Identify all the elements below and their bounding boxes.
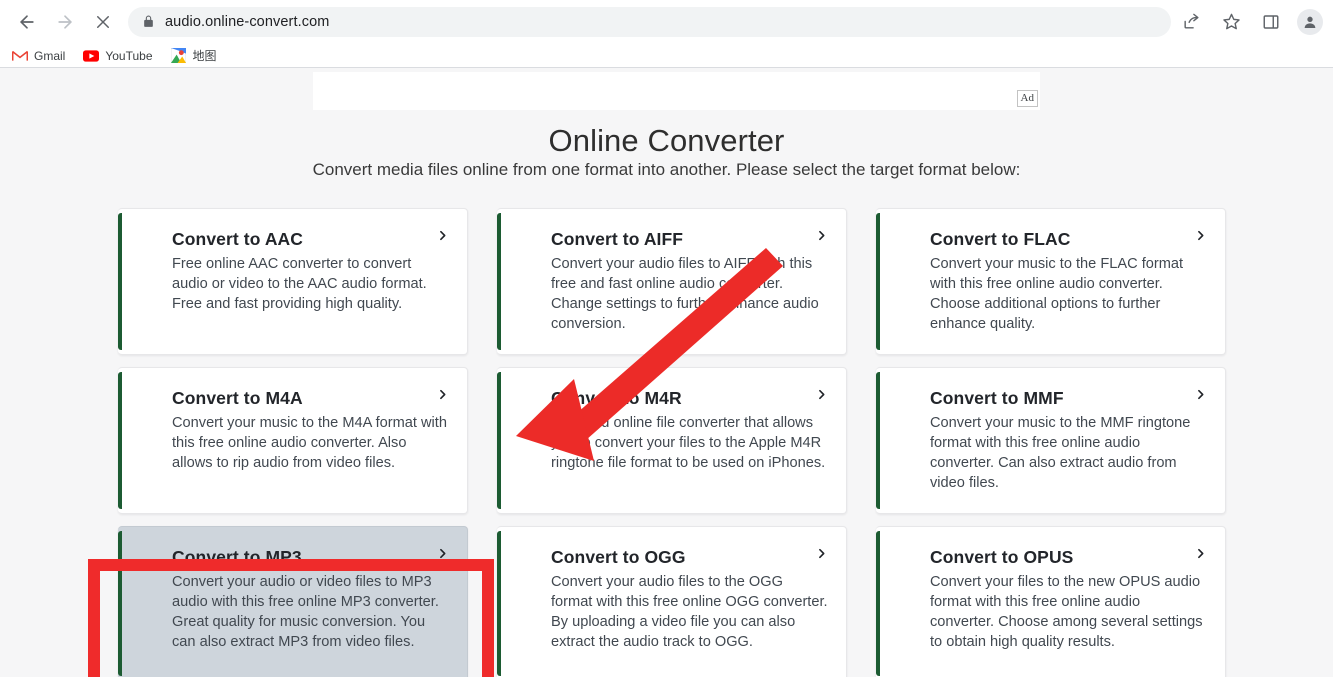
page-subtitle: Convert media files online from one form… [312, 160, 1021, 179]
card-description: Free online AAC converter to convert aud… [172, 256, 427, 312]
bookmark-maps[interactable]: 地图 [171, 47, 217, 64]
address-bar-url: audio.online-convert.com [165, 13, 330, 30]
chevron-right-icon [815, 229, 828, 242]
card-title: Convert to AIFF [551, 229, 684, 249]
converter-card-opus[interactable]: Convert to OPUS Convert your files to th… [876, 526, 1226, 677]
card-row: Convert to AAC Free online AAC converter… [118, 208, 1228, 367]
card-title: Convert to MP3 [172, 547, 302, 567]
card-row: Convert to MP3 Convert your audio or vid… [118, 526, 1228, 677]
share-icon[interactable] [1176, 7, 1206, 37]
converter-card-mp3[interactable]: Convert to MP3 Convert your audio or vid… [118, 526, 468, 677]
converter-card-grid: Convert to AAC Free online AAC converter… [118, 208, 1228, 677]
toolbar-actions [1171, 7, 1333, 37]
bookmark-youtube[interactable]: YouTube [83, 48, 153, 64]
card-description: Convert your music to the MMF ringtone f… [930, 415, 1191, 491]
converter-card-m4r[interactable]: Convert to M4R Free and online file conv… [497, 367, 847, 514]
card-title: Convert to MMF [930, 388, 1064, 408]
lock-icon [142, 15, 155, 28]
bookmark-label: YouTube [105, 48, 153, 63]
youtube-icon [83, 48, 100, 64]
card-description: Free and online file converter that allo… [551, 415, 826, 471]
card-title: Convert to AAC [172, 229, 304, 249]
bookmark-label: Gmail [34, 48, 66, 63]
card-title: Convert to M4R [551, 388, 682, 408]
side-panel-icon[interactable] [1256, 7, 1286, 37]
star-icon[interactable] [1216, 7, 1246, 37]
gmail-icon [12, 48, 28, 64]
browser-toolbar: audio.online-convert.com [0, 0, 1333, 43]
card-description: Convert your audio files to AIFF with th… [551, 256, 819, 332]
chevron-right-icon [815, 547, 828, 560]
converter-card-aac[interactable]: Convert to AAC Free online AAC converter… [118, 208, 468, 355]
converter-card-flac[interactable]: Convert to FLAC Convert your music to th… [876, 208, 1226, 355]
chevron-right-icon [1194, 229, 1207, 242]
forward-button[interactable] [50, 7, 80, 37]
back-button[interactable] [12, 7, 42, 37]
card-description: Convert your audio or video files to MP3… [172, 574, 439, 650]
card-title: Convert to M4A [172, 388, 303, 408]
chevron-right-icon [436, 388, 449, 401]
profile-avatar[interactable] [1297, 8, 1323, 35]
card-row: Convert to M4A Convert your music to the… [118, 367, 1228, 526]
bookmark-label: 地图 [192, 49, 217, 63]
card-title: Convert to OGG [551, 547, 686, 567]
converter-card-m4a[interactable]: Convert to M4A Convert your music to the… [118, 367, 468, 514]
page-content: Ad Online Converter Convert media files … [0, 68, 1333, 677]
card-title: Convert to OPUS [930, 547, 1074, 567]
chevron-right-icon [436, 547, 449, 560]
card-title: Convert to FLAC [930, 229, 1071, 249]
card-description: Convert your audio files to the OGG form… [551, 574, 828, 650]
bookmark-gmail[interactable]: Gmail [12, 48, 65, 64]
ad-banner[interactable]: Ad [313, 72, 1040, 110]
address-bar[interactable]: audio.online-convert.com [128, 6, 1171, 37]
chevron-right-icon [1194, 547, 1207, 560]
chevron-right-icon [1194, 388, 1207, 401]
card-description: Convert your music to the M4A format wit… [172, 415, 447, 471]
page-title: Online Converter [548, 123, 785, 158]
google-maps-icon [171, 48, 187, 64]
chevron-right-icon [815, 388, 828, 401]
card-description: Convert your files to the new OPUS audio… [930, 574, 1203, 650]
chevron-right-icon [436, 229, 449, 242]
bookmarks-bar: Gmail YouTube 地图 [0, 43, 1333, 68]
converter-card-aiff[interactable]: Convert to AIFF Convert your audio files… [497, 208, 847, 355]
close-icon [97, 15, 109, 28]
stop-loading-button[interactable] [88, 7, 118, 37]
card-description: Convert your music to the FLAC format wi… [930, 256, 1184, 332]
arrow-left-icon [20, 14, 34, 29]
arrow-right-icon [58, 14, 72, 29]
browser-chrome: audio.online-convert.com Gmail YouTube 地… [0, 0, 1333, 68]
converter-card-ogg[interactable]: Convert to OGG Convert your audio files … [497, 526, 847, 677]
person-icon [1304, 16, 1316, 28]
ad-label: Ad [1016, 90, 1038, 107]
converter-card-mmf[interactable]: Convert to MMF Convert your music to the… [876, 367, 1226, 514]
